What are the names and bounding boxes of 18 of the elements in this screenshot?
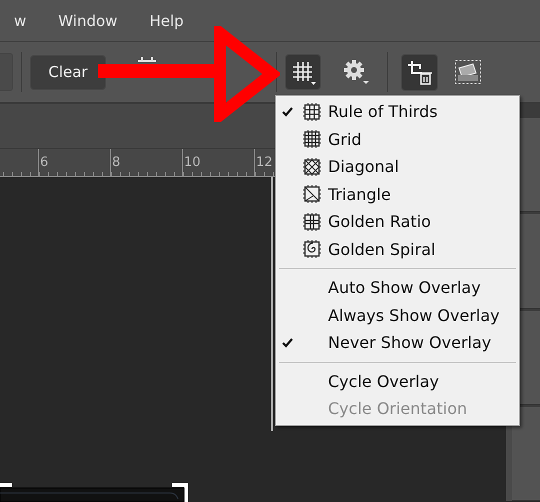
ruler-label: 8 [111, 155, 120, 170]
menu-item[interactable]: Golden Ratio [276, 208, 519, 236]
ruler-label: 6 [39, 155, 48, 170]
menu-item[interactable]: Diagonal [276, 153, 519, 180]
menu-item[interactable]: Always Show Overlay [276, 302, 519, 329]
menu-item[interactable]: Grid [276, 126, 519, 153]
ruler-label: 12 [255, 155, 273, 170]
menu-item[interactable]: Auto Show Overlay [276, 274, 519, 302]
clear-button[interactable]: Clear [30, 54, 106, 90]
menu-item[interactable]: Triangle [276, 180, 519, 208]
ruler-label: 10 [183, 155, 201, 170]
menu-item[interactable]: Rule of Thirds [276, 98, 519, 126]
menu-item[interactable]: Golden Spiral [276, 236, 519, 263]
menu-item[interactable]: Never Show Overlay [276, 329, 519, 356]
menu-item[interactable]: Cycle Overlay [276, 368, 519, 395]
menu-item[interactable]: Help [149, 12, 202, 30]
menu-item[interactable]: w [14, 12, 44, 30]
menu-item[interactable]: Window [58, 12, 136, 30]
